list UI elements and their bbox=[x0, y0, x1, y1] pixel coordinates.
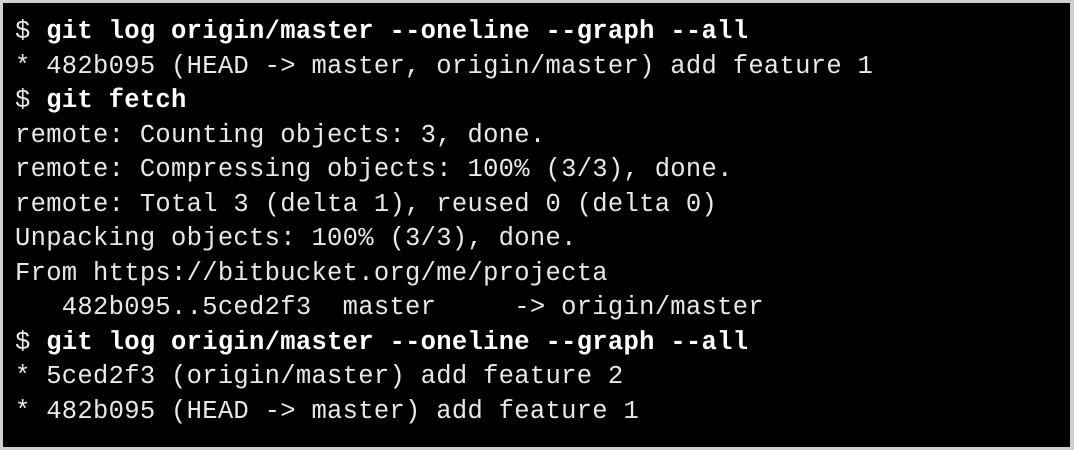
command-text: git log origin/master --oneline --graph … bbox=[46, 327, 749, 357]
terminal-command-line: $ git fetch bbox=[15, 84, 1070, 119]
prompt-symbol: $ bbox=[15, 327, 47, 357]
terminal-output-line: Unpacking objects: 100% (3/3), done. bbox=[15, 224, 577, 253]
prompt-symbol: $ bbox=[15, 17, 47, 46]
terminal-command-line: $ git log origin/master --oneline --grap… bbox=[15, 326, 1070, 361]
command-text: git fetch bbox=[46, 86, 187, 115]
terminal-output-line: * 482b095 (HEAD -> master, origin/master… bbox=[15, 51, 874, 81]
terminal-output-line: remote: Compressing objects: 100% (3/3),… bbox=[15, 155, 733, 184]
terminal-output-line: From https://bitbucket.org/me/projecta bbox=[15, 258, 608, 288]
terminal-command-line: $ git log origin/master --oneline --grap… bbox=[15, 15, 1070, 50]
terminal-output-line: * 5ced2f3 (origin/master) add feature 2 bbox=[15, 362, 624, 391]
terminal-output-line: 482b095..5ced2f3 master -> origin/master bbox=[15, 293, 764, 322]
terminal-output-line: remote: Total 3 (delta 1), reused 0 (del… bbox=[15, 189, 718, 219]
terminal-screen[interactable]: $ git log origin/master --oneline --grap… bbox=[3, 3, 1070, 447]
terminal-output-line: * 482b095 (HEAD -> master) add feature 1 bbox=[15, 396, 640, 426]
terminal-window: $ git log origin/master --oneline --grap… bbox=[0, 0, 1074, 450]
terminal-output-line: remote: Counting objects: 3, done. bbox=[15, 120, 546, 150]
command-text: git log origin/master --oneline --graph … bbox=[46, 17, 749, 46]
prompt-symbol: $ bbox=[15, 86, 47, 115]
